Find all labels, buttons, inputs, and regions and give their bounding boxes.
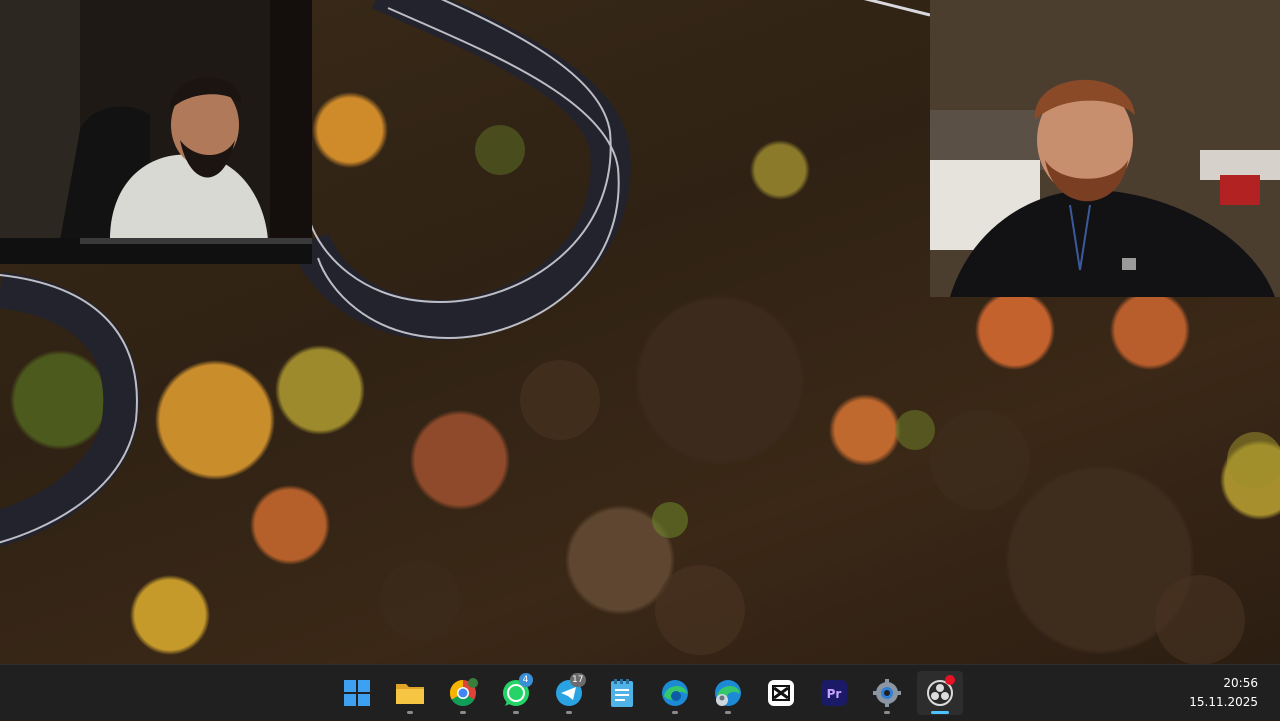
taskbar: 4 17 Pr 20:56 15.11.2025 xyxy=(0,664,1280,720)
running-indicator xyxy=(565,711,572,714)
taskbar-capcut[interactable] xyxy=(758,671,804,715)
webcam-overlay-right xyxy=(930,0,1280,297)
clock-time: 20:56 xyxy=(1223,676,1258,690)
edge-profile-icon xyxy=(714,680,741,706)
taskbar-settings[interactable] xyxy=(864,671,910,715)
taskbar-file-explorer[interactable] xyxy=(387,671,433,715)
recording-indicator xyxy=(944,675,955,685)
taskbar-apps: 4 17 Pr xyxy=(330,665,966,721)
notification-badge: 4 xyxy=(518,673,533,687)
gear-icon xyxy=(872,679,901,707)
start-button[interactable] xyxy=(334,671,380,715)
taskbar-obs-studio[interactable] xyxy=(916,671,963,715)
notepad-icon xyxy=(610,679,633,707)
webcam-overlay-left xyxy=(0,0,312,264)
system-clock[interactable]: 20:56 15.11.2025 xyxy=(1189,674,1258,712)
notification-badge: 17 xyxy=(570,673,586,687)
chrome-icon xyxy=(449,678,478,707)
running-indicator xyxy=(883,711,890,714)
clock-date: 15.11.2025 xyxy=(1189,695,1258,709)
person-left xyxy=(0,0,312,264)
running-indicator xyxy=(459,711,466,714)
running-indicator xyxy=(512,711,519,714)
folder-icon xyxy=(395,684,424,704)
premiere-pro-icon: Pr xyxy=(820,680,847,706)
taskbar-telegram[interactable]: 17 xyxy=(546,671,592,715)
capcut-icon xyxy=(767,680,794,706)
taskbar-adobe-premiere-pro[interactable]: Pr xyxy=(811,671,857,715)
running-indicator xyxy=(671,711,678,714)
edge-icon xyxy=(661,680,688,706)
person-right xyxy=(930,0,1280,297)
svg-text:Pr: Pr xyxy=(826,687,841,701)
taskbar-google-chrome[interactable] xyxy=(440,671,486,715)
taskbar-microsoft-edge[interactable] xyxy=(652,671,698,715)
taskbar-microsoft-edge-profile[interactable] xyxy=(705,671,751,715)
running-indicator xyxy=(724,711,731,714)
taskbar-notepad[interactable] xyxy=(599,671,645,715)
windows-logo-icon xyxy=(343,680,370,706)
taskbar-whatsapp[interactable]: 4 xyxy=(493,671,539,715)
running-indicator xyxy=(406,711,413,714)
active-indicator xyxy=(930,711,949,714)
